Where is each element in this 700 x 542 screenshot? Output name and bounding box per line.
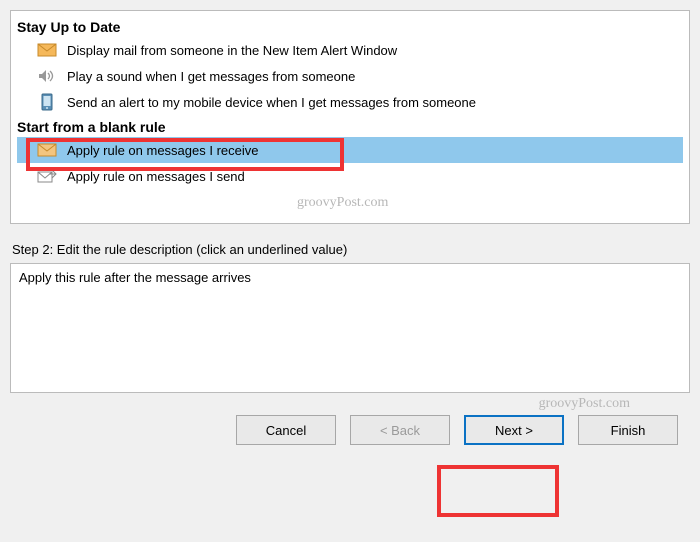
next-button[interactable]: Next >	[464, 415, 564, 445]
envelope-out-icon	[37, 168, 57, 184]
annotation-highlight-next	[437, 465, 559, 517]
rule-item-label: Display mail from someone in the New Ite…	[67, 43, 679, 58]
step2-label: Step 2: Edit the rule description (click…	[12, 242, 688, 257]
finish-button[interactable]: Finish	[578, 415, 678, 445]
rule-item-label: Apply rule on messages I receive	[67, 143, 679, 158]
rule-item-label: Apply rule on messages I send	[67, 169, 679, 184]
rule-description-panel[interactable]: Apply this rule after the message arrive…	[10, 263, 690, 393]
mobile-icon	[37, 94, 57, 110]
rule-item-label: Send an alert to my mobile device when I…	[67, 95, 679, 110]
rule-item-mobile-alert[interactable]: Send an alert to my mobile device when I…	[17, 89, 683, 115]
rule-item-send[interactable]: Apply rule on messages I send	[17, 163, 683, 189]
rule-description-text: Apply this rule after the message arrive…	[19, 270, 681, 285]
cancel-button[interactable]: Cancel	[236, 415, 336, 445]
watermark: groovyPost.com	[17, 195, 683, 211]
watermark: groovyPost.com	[539, 396, 630, 412]
wizard-button-row: Cancel < Back Next > Finish	[10, 415, 690, 445]
rule-item-new-item-alert[interactable]: Display mail from someone in the New Ite…	[17, 37, 683, 63]
section-header-blank-rule: Start from a blank rule	[17, 119, 683, 135]
rule-list-stay-up: Display mail from someone in the New Ite…	[17, 37, 683, 115]
rule-list-blank-rule: Apply rule on messages I receive Apply r…	[17, 137, 683, 189]
back-button: < Back	[350, 415, 450, 445]
envelope-in-icon	[37, 142, 57, 158]
envelope-alert-icon	[37, 42, 57, 58]
rule-item-play-sound[interactable]: Play a sound when I get messages from so…	[17, 63, 683, 89]
rule-item-label: Play a sound when I get messages from so…	[67, 69, 679, 84]
rule-item-receive[interactable]: Apply rule on messages I receive	[17, 137, 683, 163]
section-header-stay-up: Stay Up to Date	[17, 19, 683, 35]
speaker-icon	[37, 68, 57, 84]
rule-template-panel: Stay Up to Date Display mail from someon…	[10, 10, 690, 224]
